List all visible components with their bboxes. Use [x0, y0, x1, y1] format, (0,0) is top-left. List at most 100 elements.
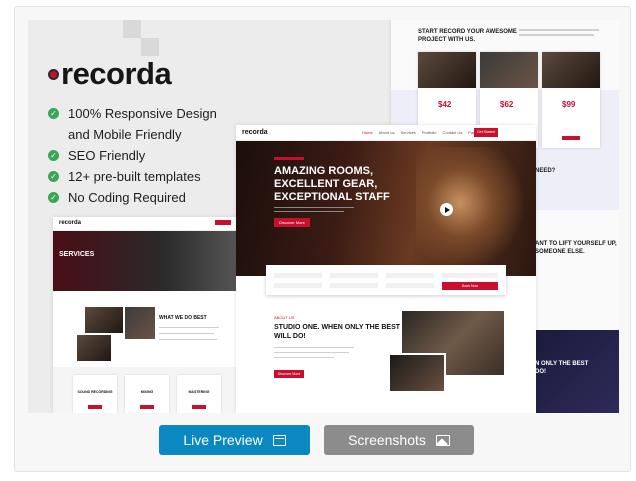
hero-title-line: EXCELLENT GEAR, — [274, 178, 378, 190]
services-section-title: WHAT WE DO BEST — [159, 315, 207, 321]
hero-title-line: AMAZING ROOMS, — [274, 165, 373, 177]
service-card: SOUND RECORDING — [73, 375, 117, 413]
form-field — [274, 283, 322, 288]
mock-cta — [215, 220, 231, 225]
price-card-image — [542, 52, 600, 88]
service-card-button — [192, 405, 206, 409]
services-banner: SERVICES — [53, 231, 237, 291]
text-line — [519, 29, 599, 31]
singer-photo — [388, 353, 446, 393]
dark-section-title: N ONLY THE BEST DO! — [535, 360, 588, 376]
feature-item: ✓ SEO Friendly — [48, 145, 217, 166]
studio-label: ABOUT US — [274, 315, 295, 320]
check-icon: ✓ — [48, 150, 59, 161]
service-card: MASTERING — [177, 375, 221, 413]
dark-section: N ONLY THE BEST DO! — [531, 330, 619, 413]
text-line — [274, 211, 344, 212]
browser-window-icon — [272, 434, 286, 446]
form-field — [442, 273, 498, 278]
mock-services-page: recorda SERVICES WHAT WE DO BEST SOUND R… — [53, 217, 237, 413]
feature-label: SEO Friendly — [68, 148, 146, 163]
feature-label: No Coding Required — [68, 190, 186, 205]
mock-logo: recorda — [242, 129, 268, 136]
dark-title-line: DO! — [535, 369, 546, 375]
form-field — [330, 273, 378, 278]
mock-logo: recorda — [59, 220, 82, 226]
theme-preview-image[interactable]: recorda ✓ 100% Responsive Design and Mob… — [28, 20, 619, 413]
mock-nav-link: Services — [400, 130, 416, 135]
feature-item: ✓ 12+ pre-built templates — [48, 166, 217, 187]
price-value: $42 — [438, 100, 452, 109]
hero-section: AMAZING ROOMS, EXCELLENT GEAR, EXCEPTION… — [236, 141, 536, 276]
text-line — [274, 352, 349, 353]
decor-square — [141, 38, 159, 56]
price-value: $62 — [500, 100, 514, 109]
live-preview-label: Live Preview — [183, 432, 263, 448]
live-preview-button[interactable]: Live Preview — [159, 425, 310, 455]
play-icon — [440, 203, 453, 216]
booking-form: Book Now — [266, 265, 506, 295]
check-icon: ✓ — [48, 192, 59, 203]
services-banner-title: SERVICES — [59, 251, 95, 258]
text-line — [274, 207, 354, 208]
studio-button: Discover More — [274, 370, 304, 378]
side-heading-line: ANT TO LIFT YOURSELF UP, — [535, 241, 617, 247]
studio-title-line: STUDIO ONE. WHEN ONLY THE BEST — [274, 324, 401, 331]
mock-nav-link: About us — [378, 130, 395, 135]
price-button — [562, 136, 580, 140]
brand-name: recorda — [61, 56, 172, 91]
check-icon: ✓ — [48, 108, 59, 119]
feature-item: ✓ 100% Responsive Design — [48, 103, 217, 124]
book-button: Book Now — [442, 282, 498, 290]
theme-card: recorda ✓ 100% Responsive Design and Mob… — [14, 6, 631, 472]
price-value: $99 — [562, 100, 576, 109]
services-photo — [85, 307, 123, 333]
feature-label: and Mobile Friendly — [68, 127, 182, 142]
hero-button: Discover More — [274, 218, 310, 227]
mock-home-page: recorda Home About us Services Portfolio… — [236, 125, 536, 413]
studio-title: STUDIO ONE. WHEN ONLY THE BEST WILL DO! — [274, 323, 400, 341]
mock-nav: recorda — [53, 217, 237, 231]
service-card-title: SOUND RECORDING — [77, 390, 113, 394]
text-line — [159, 339, 217, 340]
hero-person-image — [416, 147, 526, 271]
pricing-title: START RECORD YOUR AWESOME PROJECT WITH U… — [418, 28, 517, 44]
price-card-image — [418, 52, 476, 88]
feature-label: 12+ pre-built templates — [68, 169, 201, 184]
price-card: $99 — [542, 52, 600, 148]
feature-label: 100% Responsive Design — [68, 106, 217, 121]
text-line — [519, 34, 594, 36]
feature-item-continuation: and Mobile Friendly — [48, 124, 217, 145]
decor-square — [123, 20, 141, 38]
text-line — [159, 333, 214, 334]
screenshots-label: Screenshots — [348, 432, 426, 448]
screenshots-button[interactable]: Screenshots — [324, 425, 474, 455]
form-field — [386, 283, 434, 288]
brand-logo: recorda — [48, 56, 172, 92]
text-line — [159, 327, 219, 328]
mock-nav-links: Home About us Services Portfolio Contact… — [362, 130, 480, 135]
side-heading: NEED? — [535, 168, 556, 174]
logo-record-icon — [48, 68, 59, 80]
service-card-title: MASTERING — [188, 390, 210, 394]
side-heading: ANT TO LIFT YOURSELF UP, SOMEONE ELSE. — [535, 240, 617, 256]
pricing-title-line: PROJECT WITH US. — [418, 37, 476, 43]
mock-cta: Get Started — [474, 128, 498, 137]
pricing-title-line: START RECORD YOUR AWESOME — [418, 29, 517, 35]
dark-title-line: N ONLY THE BEST — [535, 361, 589, 367]
services-photo — [125, 307, 155, 339]
hero-tag — [274, 157, 304, 160]
text-line — [274, 347, 354, 348]
price-card-image — [480, 52, 538, 88]
hero-title: AMAZING ROOMS, EXCELLENT GEAR, EXCEPTION… — [274, 165, 390, 204]
feature-list: ✓ 100% Responsive Design and Mobile Frie… — [48, 103, 217, 208]
service-card-button — [140, 405, 154, 409]
image-icon — [435, 434, 450, 446]
check-icon: ✓ — [48, 171, 59, 182]
side-heading-line: SOMEONE ELSE. — [535, 249, 585, 255]
form-field — [274, 273, 322, 278]
form-field — [386, 273, 434, 278]
services-photo — [77, 335, 111, 361]
mock-nav: recorda Home About us Services Portfolio… — [236, 125, 536, 141]
mock-nav-link: Portfolio — [421, 130, 437, 135]
